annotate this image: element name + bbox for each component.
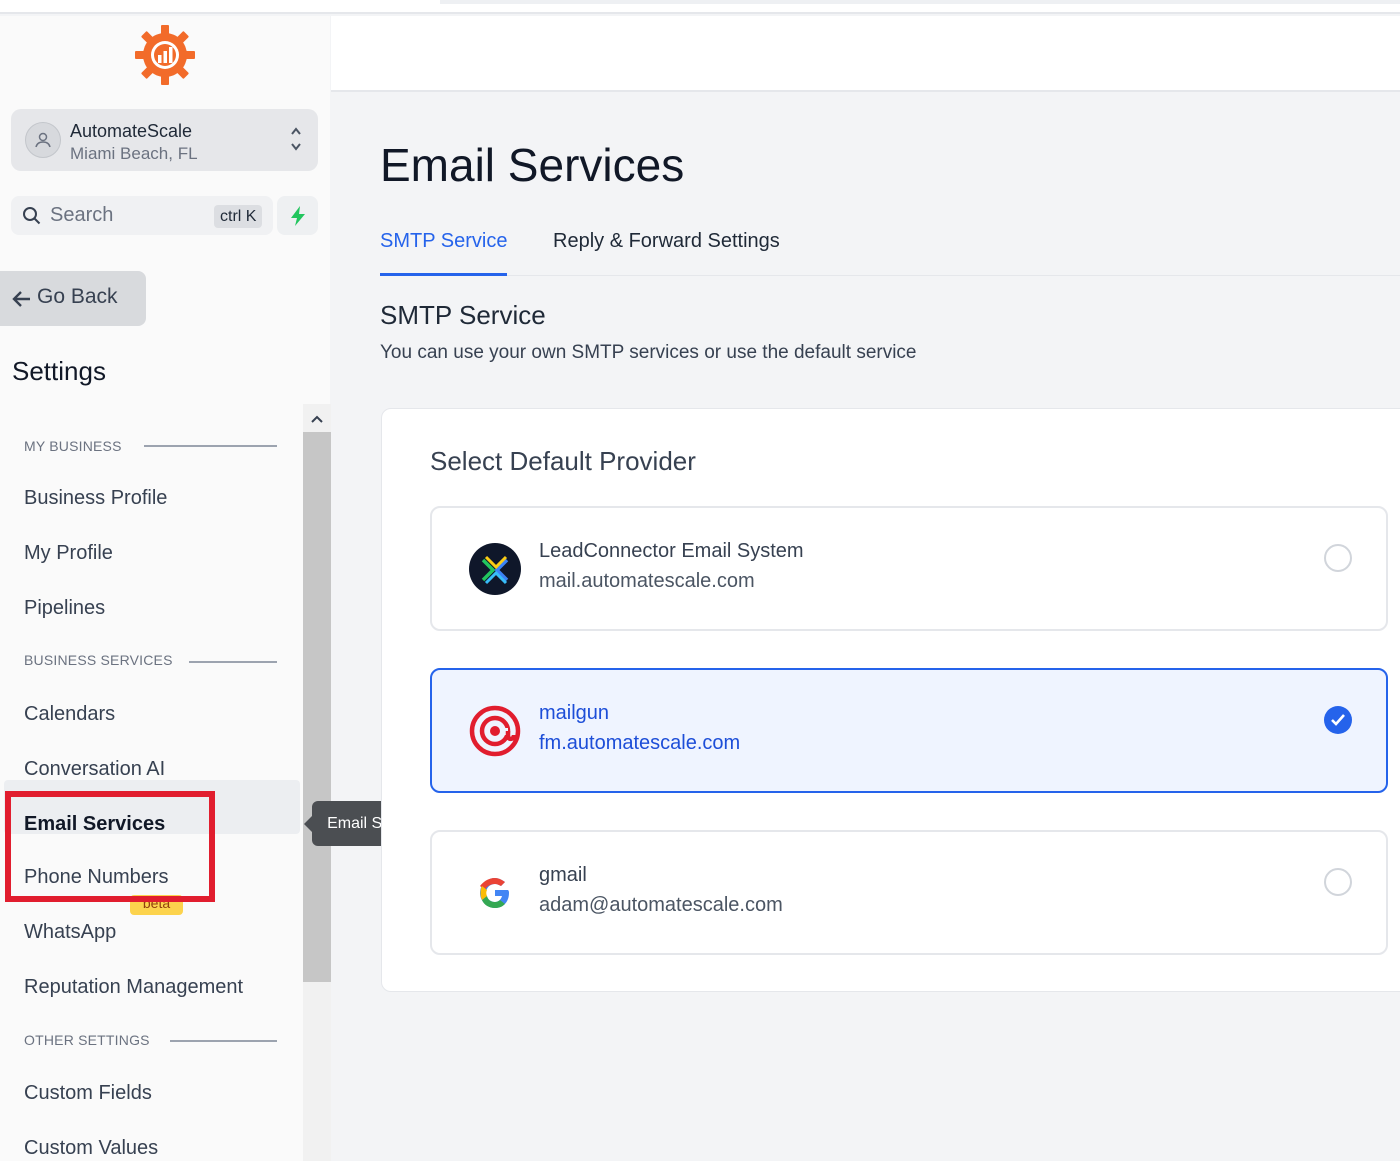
sidebar-item-conversation-ai[interactable]: Conversation AI bbox=[24, 758, 165, 781]
sidebar-item-pipelines[interactable]: Pipelines bbox=[24, 597, 105, 620]
search-icon bbox=[23, 207, 41, 225]
location-avatar-icon bbox=[25, 122, 61, 158]
account-name: AutomateScale bbox=[70, 121, 193, 141]
provider-option-gmail[interactable]: gmail adam@automatescale.com bbox=[430, 830, 1388, 955]
section-header-my-business: MY BUSINESS bbox=[24, 438, 122, 454]
tab-smtp-service[interactable]: SMTP Service bbox=[380, 230, 508, 276]
tab-bar-hint bbox=[440, 0, 1400, 4]
section-divider bbox=[189, 661, 277, 663]
account-switcher[interactable]: AutomateScale Miami Beach, FL bbox=[11, 109, 318, 171]
browser-top-strip bbox=[0, 0, 1400, 14]
google-icon bbox=[480, 878, 509, 908]
card-title: Select Default Provider bbox=[430, 446, 696, 476]
provider-host: adam@automatescale.com bbox=[539, 894, 783, 916]
scroll-up-arrow-icon[interactable] bbox=[308, 410, 326, 428]
search-shortcut-badge: ctrl K bbox=[214, 205, 263, 228]
provider-option-mailgun[interactable]: mailgun fm.automatescale.com bbox=[430, 668, 1388, 793]
provider-radio[interactable] bbox=[1324, 868, 1352, 896]
provider-name: mailgun bbox=[539, 702, 610, 724]
sidebar-item-my-profile[interactable]: My Profile bbox=[24, 542, 113, 565]
provider-host: fm.automatescale.com bbox=[539, 732, 741, 754]
tab-bar: SMTP Service Reply & Forward Settings bbox=[380, 230, 1400, 276]
page-title: Email Services bbox=[380, 139, 685, 191]
go-back-button[interactable]: Go Back bbox=[0, 271, 146, 326]
settings-heading: Settings bbox=[12, 356, 106, 386]
sidebar-scrollbar-thumb[interactable] bbox=[303, 432, 331, 982]
sidebar-item-business-profile[interactable]: Business Profile bbox=[24, 487, 167, 510]
sidebar-item-whatsapp[interactable]: WhatsApp bbox=[24, 921, 116, 944]
sidebar-item-custom-fields[interactable]: Custom Fields bbox=[24, 1082, 152, 1105]
provider-radio[interactable] bbox=[1324, 544, 1352, 572]
leadconnector-icon bbox=[469, 543, 521, 595]
section-divider bbox=[144, 445, 277, 447]
arrow-left-icon bbox=[12, 291, 30, 307]
provider-option-leadconnector[interactable]: LeadConnector Email System mail.automate… bbox=[430, 506, 1388, 631]
annotation-highlight-box bbox=[5, 791, 215, 902]
go-back-label: Go Back bbox=[37, 285, 118, 308]
main-header-bar bbox=[331, 16, 1400, 92]
quick-actions-button[interactable] bbox=[277, 196, 318, 235]
sidebar-item-custom-values[interactable]: Custom Values bbox=[24, 1137, 158, 1160]
tab-reply-forward-settings[interactable]: Reply & Forward Settings bbox=[553, 230, 780, 276]
provider-name: LeadConnector Email System bbox=[539, 540, 804, 562]
app-logo-icon[interactable] bbox=[134, 24, 196, 86]
section-subtitle: You can use your own SMTP services or us… bbox=[380, 342, 917, 363]
section-title: SMTP Service bbox=[380, 300, 546, 330]
chevron-up-down-icon[interactable] bbox=[289, 124, 303, 154]
search-label: Search bbox=[50, 204, 114, 226]
section-divider bbox=[170, 1040, 277, 1042]
section-header-business-services: BUSINESS SERVICES bbox=[24, 652, 173, 668]
account-location: Miami Beach, FL bbox=[70, 144, 198, 163]
provider-name: gmail bbox=[539, 864, 587, 886]
provider-radio-selected[interactable] bbox=[1324, 706, 1352, 734]
lightning-bolt-icon bbox=[290, 205, 305, 226]
mailgun-icon bbox=[469, 705, 521, 757]
provider-host: mail.automatescale.com bbox=[539, 570, 755, 592]
sidebar-item-reputation-management[interactable]: Reputation Management bbox=[24, 976, 243, 999]
search-bar[interactable]: Search ctrl K bbox=[11, 196, 273, 235]
checkmark-icon bbox=[1331, 714, 1345, 726]
section-header-other-settings: OTHER SETTINGS bbox=[24, 1032, 150, 1048]
sidebar-item-calendars[interactable]: Calendars bbox=[24, 703, 115, 726]
